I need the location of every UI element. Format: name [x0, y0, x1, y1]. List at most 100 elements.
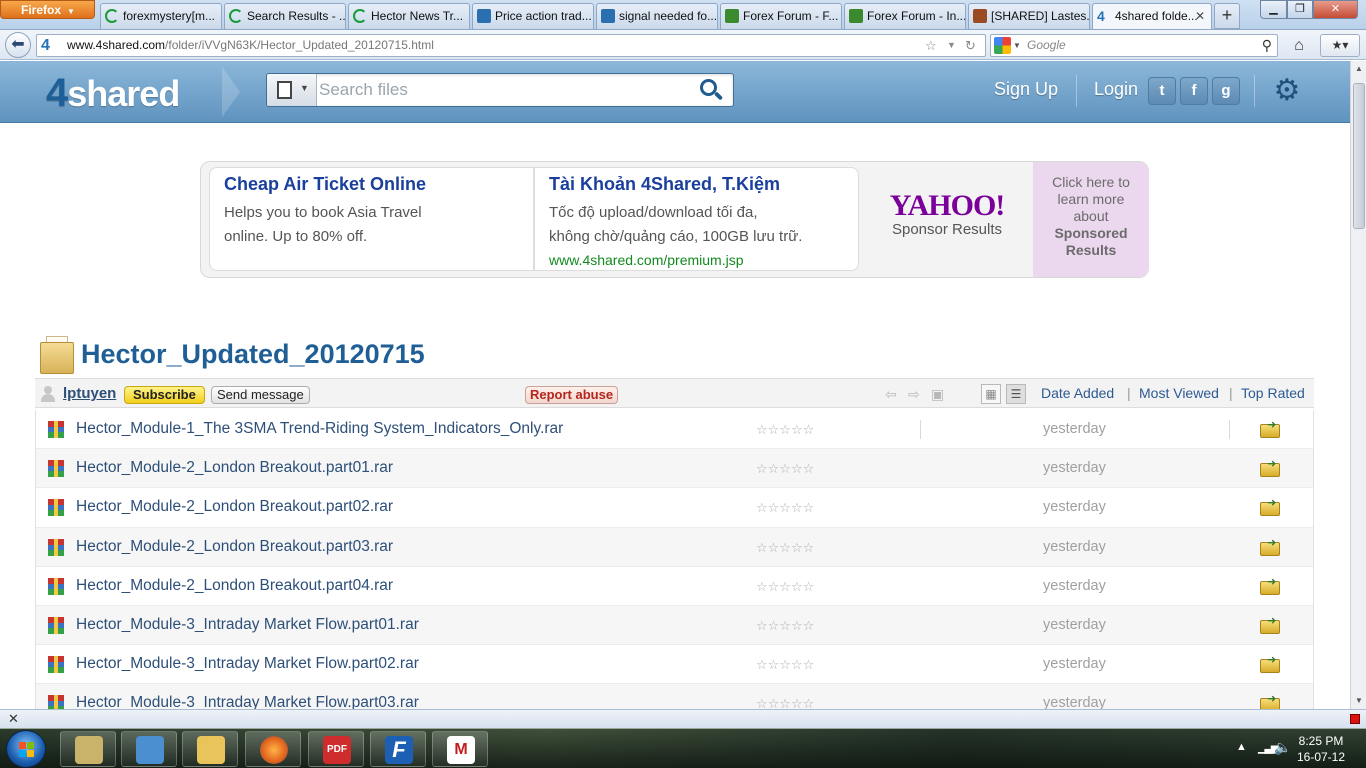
rating-stars[interactable]: ☆☆☆☆☆ [756, 618, 814, 634]
rating-stars[interactable]: ☆☆☆☆☆ [756, 657, 814, 673]
arrow-right-icon[interactable]: ⇨ [908, 386, 920, 402]
taskbar-metatrader-app[interactable]: M [432, 731, 488, 767]
file-row[interactable]: Hector_Module-2_London Breakout.part02.r… [36, 488, 1313, 528]
ad-url-link[interactable]: www.4shared.com/premium.jsp [549, 249, 844, 271]
reload-icon[interactable]: ↻ [965, 35, 976, 56]
bookmarks-button[interactable]: ★▾ [1320, 34, 1360, 57]
file-row[interactable]: Hector_Module-2_London Breakout.part01.r… [36, 449, 1313, 489]
taskbar-f-app[interactable]: F [370, 731, 426, 767]
browser-tab-4[interactable]: Price action trad... [472, 3, 594, 29]
owner-username-link[interactable]: lptuyen [63, 385, 116, 402]
rating-stars[interactable]: ☆☆☆☆☆ [756, 579, 814, 595]
file-name-link[interactable]: Hector_Module-2_London Breakout.part04.r… [76, 577, 393, 595]
download-folder-icon[interactable]: ➜ [1260, 615, 1282, 634]
browser-tab-5[interactable]: signal needed fo... [596, 3, 718, 29]
start-button[interactable] [6, 730, 46, 768]
browser-tab-3[interactable]: Hector News Tr... [348, 3, 470, 29]
download-folder-icon[interactable]: ➜ [1260, 655, 1282, 674]
signup-link[interactable]: Sign Up [994, 79, 1058, 100]
download-folder-icon[interactable]: ➜ [1260, 420, 1282, 438]
taskbar-firefox-app[interactable] [245, 731, 301, 767]
arrow-left-icon[interactable]: ⇦ [885, 386, 897, 402]
url-bar[interactable]: 4 www.4shared.com/folder/iVVgN63K/Hector… [36, 34, 986, 57]
download-folder-icon[interactable]: ➜ [1260, 576, 1282, 595]
grid-view-button[interactable]: ▦ [981, 384, 1001, 404]
rating-stars[interactable]: ☆☆☆☆☆ [756, 500, 814, 516]
file-name-link[interactable]: Hector_Module-3_Intraday Market Flow.par… [76, 694, 419, 709]
file-row[interactable]: Hector_Module-3_Intraday Market Flow.par… [36, 684, 1313, 709]
page-scrollbar[interactable]: ▲ ▼ [1350, 61, 1366, 709]
home-button[interactable]: ⌂ [1287, 34, 1311, 57]
browser-tab-1[interactable]: forexmystery[m... [100, 3, 222, 29]
download-folder-icon[interactable]: ➜ [1260, 498, 1282, 517]
new-tab-button[interactable]: + [1214, 3, 1240, 29]
ad-card-2[interactable]: Tài Khoản 4Shared, T.Kiệm Tốc độ upload/… [534, 167, 859, 271]
browser-tab-8[interactable]: [SHARED] Lastes... [968, 3, 1090, 29]
window-close-button[interactable]: ✕ [1313, 0, 1358, 19]
scroll-up-icon[interactable]: ▲ [1351, 61, 1366, 77]
sort-top-rated-link[interactable]: Top Rated [1241, 385, 1305, 401]
browser-search-bar[interactable]: ▼ Google ⚲ [990, 34, 1278, 57]
close-icon[interactable]: ✕ [8, 710, 19, 728]
report-abuse-button[interactable]: Report abuse [525, 386, 619, 404]
twitter-icon[interactable]: t [1148, 77, 1176, 105]
login-link[interactable]: Login [1094, 79, 1138, 100]
sponsored-results-info-link[interactable]: Click here to learn more about Sponsored… [1033, 162, 1149, 277]
file-name-link[interactable]: Hector_Module-2_London Breakout.part01.r… [76, 459, 393, 477]
settings-button[interactable]: ⚙ [1270, 74, 1304, 108]
scrollbar-thumb[interactable] [1353, 83, 1365, 229]
window-minimize-button[interactable]: ▁ [1260, 0, 1287, 19]
close-tab-icon[interactable]: ✕ [1195, 4, 1205, 28]
back-button[interactable]: ⬅ [5, 32, 31, 58]
firefox-menu-button[interactable]: Firefox ▼ [0, 0, 95, 19]
taskbar-pdf-app[interactable]: PDF [308, 731, 364, 767]
browser-tab-6[interactable]: Forex Forum - F... [720, 3, 842, 29]
sort-most-viewed-link[interactable]: Most Viewed [1139, 385, 1219, 401]
file-row[interactable]: Hector_Module-1_The 3SMA Trend-Riding Sy… [36, 410, 1313, 450]
google-plus-icon[interactable]: g [1212, 77, 1240, 105]
browser-tab-2[interactable]: Search Results - ... [224, 3, 346, 29]
download-folder-icon[interactable]: ➜ [1260, 537, 1282, 556]
camera-icon[interactable]: ▣ [931, 386, 944, 402]
system-clock[interactable]: 8:25 PM 16-07-12 [1284, 733, 1358, 765]
download-folder-icon[interactable]: ➜ [1260, 459, 1282, 478]
site-logo[interactable]: 4shared [46, 71, 180, 116]
search-button[interactable] [697, 77, 725, 103]
download-folder-icon[interactable]: ➜ [1260, 694, 1282, 709]
rating-stars[interactable]: ☆☆☆☆☆ [756, 461, 814, 477]
taskbar-network-app[interactable] [60, 731, 116, 767]
file-row[interactable]: Hector_Module-3_Intraday Market Flow.par… [36, 645, 1313, 685]
file-name-link[interactable]: Hector_Module-1_The 3SMA Trend-Riding Sy… [76, 420, 563, 438]
ad-card-1[interactable]: Cheap Air Ticket Online Helps you to boo… [209, 167, 534, 271]
list-view-button[interactable]: ☰ [1006, 384, 1026, 404]
search-icon[interactable]: ⚲ [1262, 35, 1272, 56]
bookmark-star-icon[interactable]: ☆ [925, 35, 937, 56]
file-type-dropdown[interactable]: ▼ [267, 74, 317, 106]
file-name-link[interactable]: Hector_Module-3_Intraday Market Flow.par… [76, 655, 419, 673]
rating-stars[interactable]: ☆☆☆☆☆ [756, 696, 814, 709]
window-restore-button[interactable]: ❐ [1287, 0, 1313, 19]
sort-date-added-link[interactable]: Date Added [1041, 385, 1114, 401]
browser-tab-active[interactable]: 4 4shared folde... ✕ [1092, 3, 1212, 29]
file-name-link[interactable]: Hector_Module-3_Intraday Market Flow.par… [76, 616, 419, 634]
search-input[interactable] [319, 77, 679, 103]
ad-title[interactable]: Cheap Air Ticket Online [224, 174, 519, 195]
taskbar-explorer-app[interactable] [182, 731, 238, 767]
scroll-down-icon[interactable]: ▼ [1351, 693, 1366, 709]
send-message-button[interactable]: Send message [211, 386, 310, 404]
file-row[interactable]: Hector_Module-2_London Breakout.part03.r… [36, 527, 1313, 567]
file-row[interactable]: Hector_Module-3_Intraday Market Flow.par… [36, 605, 1313, 646]
taskbar-paint-app[interactable] [121, 731, 177, 767]
rating-stars[interactable]: ☆☆☆☆☆ [756, 540, 814, 556]
facebook-icon[interactable]: f [1180, 77, 1208, 105]
show-hidden-icons-icon[interactable]: ▲ [1236, 741, 1247, 753]
yahoo-sponsor-block[interactable]: YAHOO! Sponsor Results [861, 167, 1033, 271]
file-name-link[interactable]: Hector_Module-2_London Breakout.part02.r… [76, 498, 393, 516]
subscribe-button[interactable]: Subscribe [124, 386, 205, 404]
browser-tab-7[interactable]: Forex Forum - In... [844, 3, 966, 29]
history-dropdown-icon[interactable]: ▼ [947, 35, 956, 56]
ad-title[interactable]: Tài Khoản 4Shared, T.Kiệm [549, 174, 844, 195]
file-row[interactable]: Hector_Module-2_London Breakout.part04.r… [36, 567, 1313, 606]
addon-status-icon[interactable] [1350, 714, 1360, 724]
rating-stars[interactable]: ☆☆☆☆☆ [756, 422, 814, 438]
